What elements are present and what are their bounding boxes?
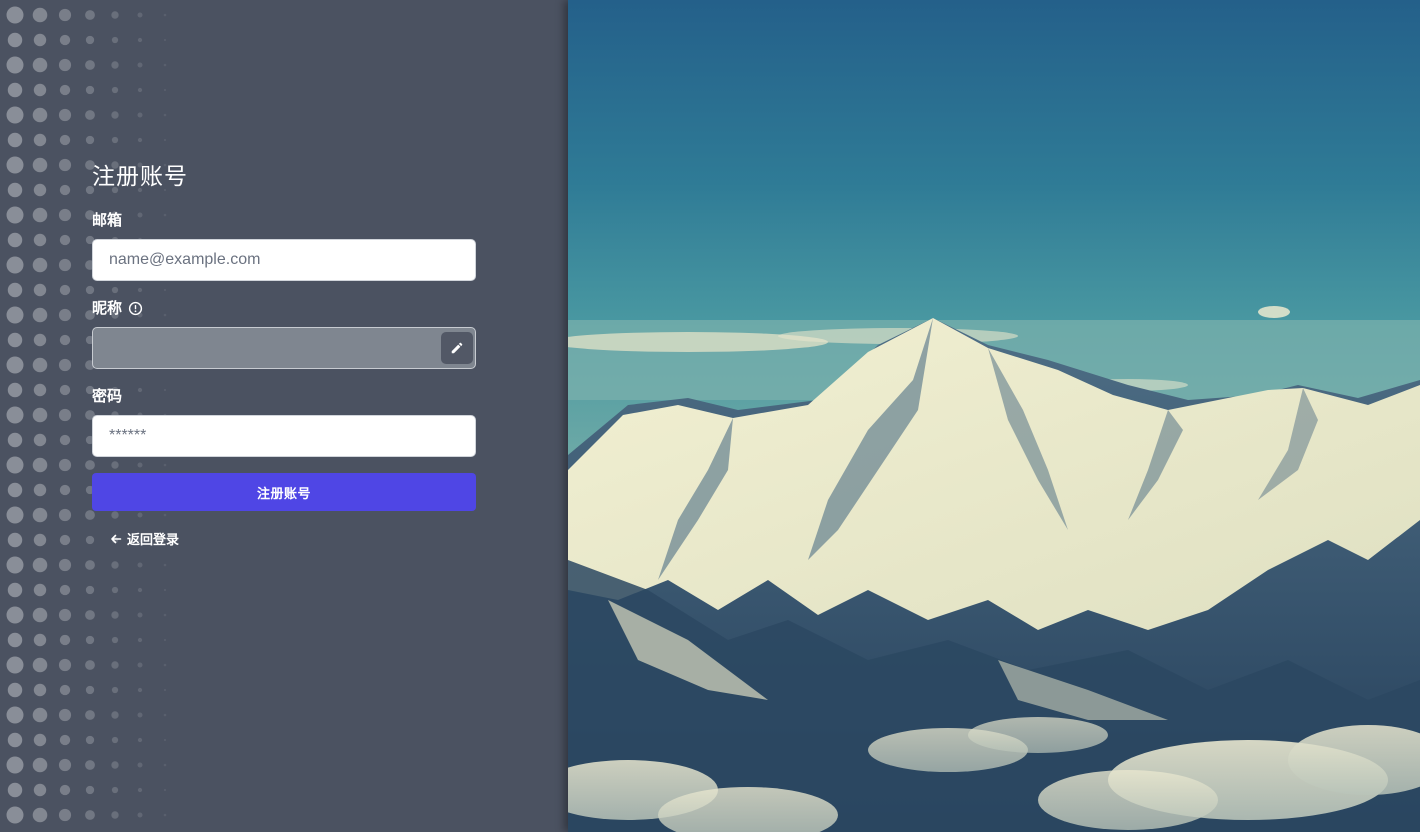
password-label: 密码 [92,385,476,407]
info-circle-icon[interactable] [128,301,143,316]
password-field[interactable] [92,415,476,457]
nickname-field-wrapper [92,327,476,369]
back-to-login-label: 返回登录 [127,533,180,548]
nickname-field [92,327,476,369]
pencil-icon [450,341,464,355]
edit-nickname-button[interactable] [441,332,473,364]
register-button[interactable]: 注册账号 [92,473,476,511]
page-title: 注册账号 [92,164,188,190]
mountain-background-image [568,0,1420,832]
password-field-wrapper [92,415,476,457]
register-form: 注册账号 邮箱 昵称 [92,160,476,549]
nickname-label-text: 昵称 [92,299,123,317]
email-label-text: 邮箱 [92,211,123,229]
back-to-login-link[interactable]: 返回登录 [110,529,179,548]
arrow-left-icon [110,533,122,545]
nickname-label: 昵称 [92,297,476,319]
register-panel: 注册账号 邮箱 昵称 [0,0,568,832]
password-label-text: 密码 [92,387,123,405]
email-field[interactable] [92,239,476,281]
email-field-wrapper [92,239,476,281]
email-label: 邮箱 [92,209,476,231]
